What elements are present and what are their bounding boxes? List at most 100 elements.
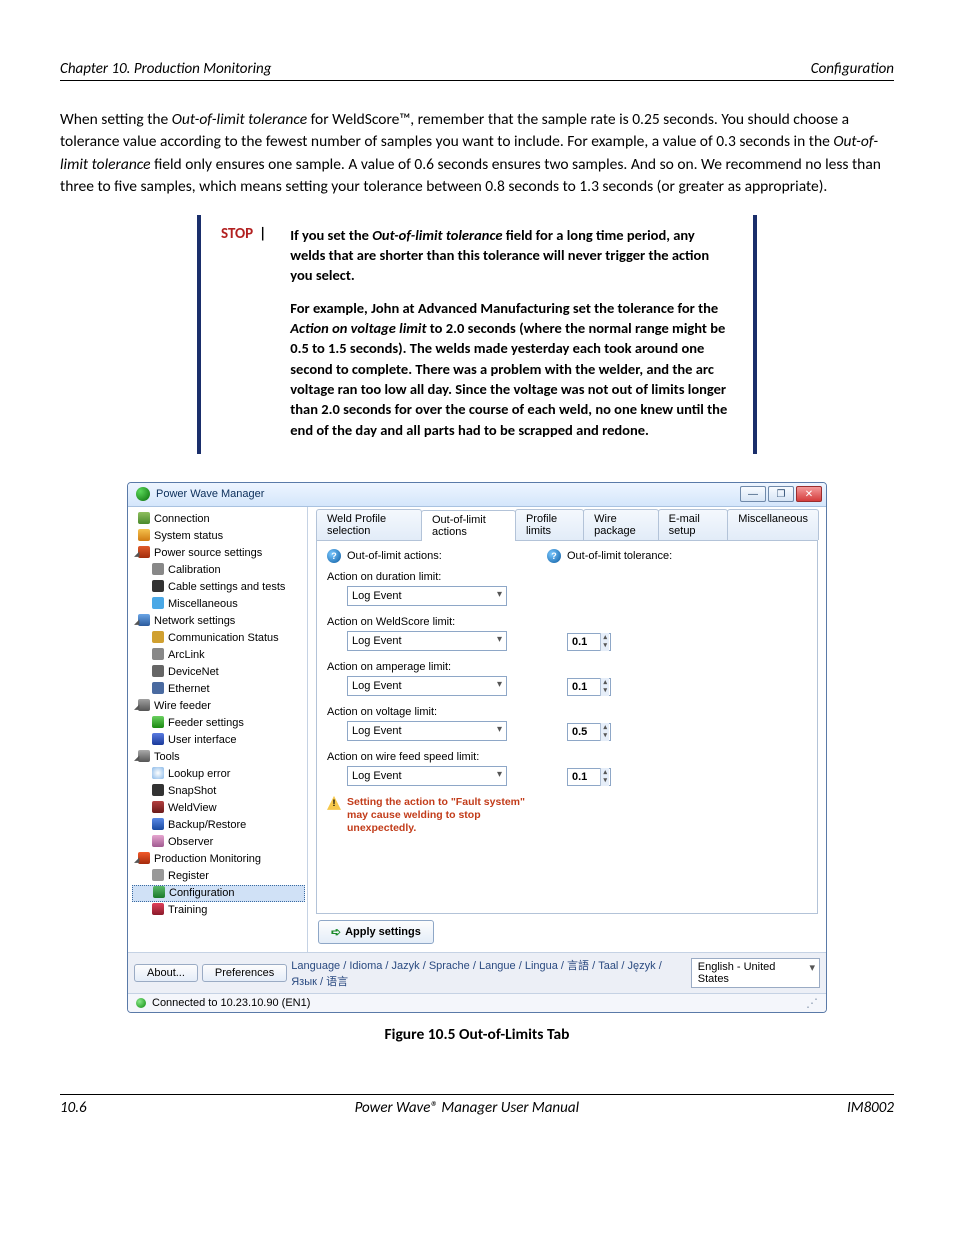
tree-network[interactable]: Network settings	[132, 613, 305, 630]
register-icon	[152, 869, 164, 881]
language-select[interactable]: English - United States	[691, 958, 820, 988]
tab-strip: Weld Profile selection Out-of-limit acti…	[316, 509, 818, 541]
dropdown-wirefeed[interactable]: Log Event	[347, 766, 507, 786]
tree-snapshot[interactable]: SnapShot	[132, 783, 305, 800]
weldview-icon	[152, 801, 164, 813]
devicenet-icon	[152, 665, 164, 677]
app-window: Power Wave Manager — ❐ ✕ Connection Syst…	[127, 482, 827, 1013]
label-weldscore: Action on WeldScore limit:	[327, 616, 807, 628]
calibration-icon	[152, 563, 164, 575]
footer-docid: IM8002	[847, 1099, 894, 1117]
tree-connection[interactable]: Connection	[132, 511, 305, 528]
tab-miscellaneous[interactable]: Miscellaneous	[727, 509, 819, 540]
tree-feeder-settings[interactable]: Feeder settings	[132, 715, 305, 732]
prodmon-icon	[138, 852, 150, 864]
tree-production-monitoring[interactable]: Production Monitoring	[132, 851, 305, 868]
label-actions: Out-of-limit actions:	[347, 550, 442, 562]
app-icon	[136, 487, 150, 501]
comm-icon	[152, 631, 164, 643]
label-voltage: Action on voltage limit:	[327, 706, 807, 718]
observer-icon	[152, 835, 164, 847]
backup-icon	[152, 818, 164, 830]
apply-settings-button[interactable]: ➪ Apply settings	[318, 920, 434, 944]
tree-power-source[interactable]: Power source settings	[132, 545, 305, 562]
figure-caption: Figure 10.5 Out-of-Limits Tab	[60, 1025, 894, 1044]
help-icon[interactable]: ?	[327, 549, 341, 563]
nav-tree[interactable]: Connection System status Power source se…	[128, 507, 308, 952]
window-title: Power Wave Manager	[156, 488, 264, 500]
wirefeeder-icon	[138, 699, 150, 711]
tree-ethernet[interactable]: Ethernet	[132, 681, 305, 698]
tree-arclink[interactable]: ArcLink	[132, 647, 305, 664]
header-section: Configuration	[811, 60, 894, 78]
tab-weld-profile[interactable]: Weld Profile selection	[316, 509, 422, 540]
spin-amperage[interactable]: 0.1	[567, 678, 611, 696]
tree-lookup[interactable]: Lookup error	[132, 766, 305, 783]
status-icon	[138, 529, 150, 541]
misc-icon	[152, 597, 164, 609]
power-icon	[138, 546, 150, 558]
tree-calibration[interactable]: Calibration	[132, 562, 305, 579]
tool-icon	[138, 750, 150, 762]
tab-email-setup[interactable]: E-mail setup	[658, 509, 729, 540]
cable-icon	[152, 580, 164, 592]
intro-paragraph: When setting the Out-of-limit tolerance …	[60, 109, 894, 199]
tree-tools[interactable]: Tools	[132, 749, 305, 766]
footer-page: 10.6	[60, 1099, 87, 1117]
feeder-icon	[152, 716, 164, 728]
label-wirefeed: Action on wire feed speed limit:	[327, 751, 807, 763]
stop-callout: STOP| If you set the Out-of-limit tolera…	[197, 215, 757, 454]
preferences-button[interactable]: Preferences	[202, 964, 287, 982]
network-icon	[138, 614, 150, 626]
help-icon[interactable]: ?	[547, 549, 561, 563]
status-text: Connected to 10.23.10.90 (EN1)	[152, 997, 310, 1009]
ui-icon	[152, 733, 164, 745]
tree-observer[interactable]: Observer	[132, 834, 305, 851]
footer-title: Power Wave® Manager User Manual	[355, 1099, 579, 1117]
label-tolerance: Out-of-limit tolerance:	[567, 550, 672, 562]
spin-voltage[interactable]: 0.5	[567, 723, 611, 741]
tree-training[interactable]: Training	[132, 902, 305, 919]
minimize-button[interactable]: —	[740, 486, 766, 502]
connection-status-icon	[136, 998, 146, 1008]
resize-grip-icon[interactable]: ⋰	[806, 999, 818, 1007]
dropdown-duration[interactable]: Log Event	[347, 586, 507, 606]
spin-weldscore[interactable]: 0.1	[567, 633, 611, 651]
dropdown-amperage[interactable]: Log Event	[347, 676, 507, 696]
label-amperage: Action on amperage limit:	[327, 661, 807, 673]
tree-cable[interactable]: Cable settings and tests	[132, 579, 305, 596]
snapshot-icon	[152, 784, 164, 796]
tree-backup[interactable]: Backup/Restore	[132, 817, 305, 834]
tab-out-of-limit-actions[interactable]: Out-of-limit actions	[421, 510, 516, 541]
tab-profile-limits[interactable]: Profile limits	[515, 509, 584, 540]
tree-system-status[interactable]: System status	[132, 528, 305, 545]
header-chapter: Chapter 10. Production Monitoring	[60, 60, 272, 78]
page-header: Chapter 10. Production Monitoring Config…	[60, 60, 894, 81]
tree-configuration[interactable]: Configuration	[132, 885, 305, 902]
tab-wire-package[interactable]: Wire package	[583, 509, 659, 540]
bottom-toolbar: About... Preferences Language / Idioma /…	[128, 952, 826, 993]
tree-register[interactable]: Register	[132, 868, 305, 885]
tree-user-interface[interactable]: User interface	[132, 732, 305, 749]
maximize-button[interactable]: ❐	[768, 486, 794, 502]
tree-wire-feeder[interactable]: Wire feeder	[132, 698, 305, 715]
close-button[interactable]: ✕	[796, 486, 822, 502]
tree-weldview[interactable]: WeldView	[132, 800, 305, 817]
status-bar: Connected to 10.23.10.90 (EN1) ⋰	[128, 993, 826, 1012]
dropdown-weldscore[interactable]: Log Event	[347, 631, 507, 651]
warning-text: Setting the action to "Fault system" may…	[347, 796, 537, 835]
tree-comm-status[interactable]: Communication Status	[132, 630, 305, 647]
arclink-icon	[152, 648, 164, 660]
dropdown-voltage[interactable]: Log Event	[347, 721, 507, 741]
warning-note: ! Setting the action to "Fault system" m…	[327, 796, 807, 835]
label-duration: Action on duration limit:	[327, 571, 807, 583]
title-bar[interactable]: Power Wave Manager — ❐ ✕	[128, 483, 826, 507]
apply-icon: ➪	[331, 925, 341, 939]
tree-devicenet[interactable]: DeviceNet	[132, 664, 305, 681]
spin-wirefeed[interactable]: 0.1	[567, 768, 611, 786]
tree-misc[interactable]: Miscellaneous	[132, 596, 305, 613]
ethernet-icon	[152, 682, 164, 694]
plug-icon	[138, 512, 150, 524]
stop-label: STOP|	[221, 225, 272, 440]
about-button[interactable]: About...	[134, 964, 198, 982]
